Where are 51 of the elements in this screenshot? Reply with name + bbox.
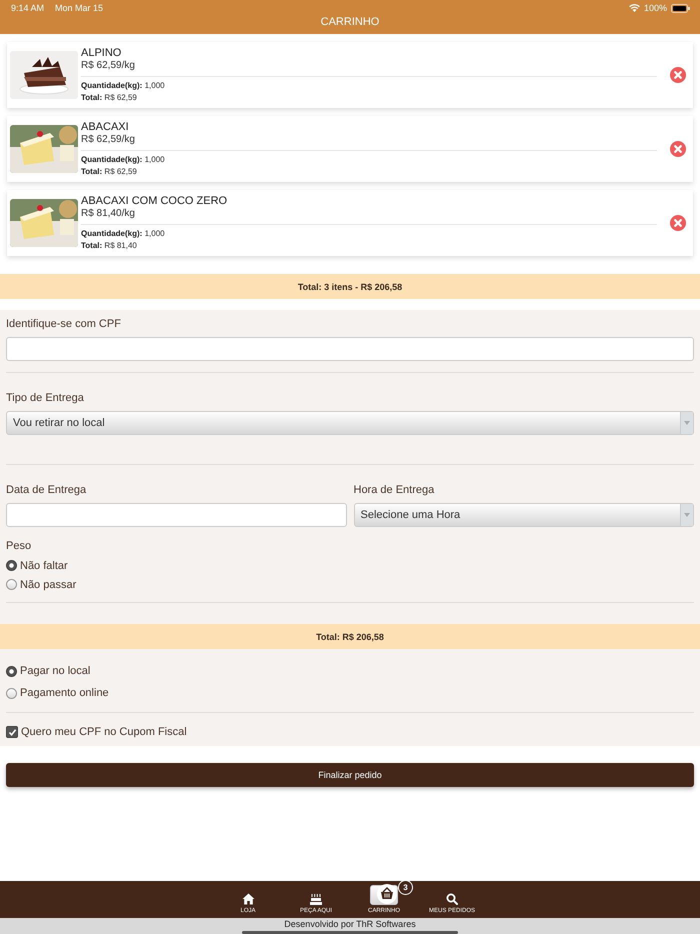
option-label: Não faltar [20, 560, 68, 572]
home-icon [242, 893, 254, 905]
product-name: ALPINO [81, 46, 122, 60]
radio-button[interactable] [6, 666, 17, 676]
search-icon [446, 893, 458, 905]
radio-button[interactable] [6, 688, 17, 698]
item-total-text: Total: R$ 62,59 [81, 92, 138, 104]
remove-icon[interactable] [670, 67, 686, 83]
radio-button[interactable] [6, 579, 17, 590]
item-total-text: Total: R$ 62,59 [81, 166, 138, 178]
remove-icon[interactable] [670, 215, 686, 231]
status-time: 9:14 AM [11, 3, 44, 13]
wifi-icon [628, 4, 640, 12]
order-total-bar: Total: R$ 206,58 [0, 624, 700, 649]
checkbox[interactable] [6, 726, 18, 738]
battery-icon [671, 4, 690, 12]
item-total-text: Total: R$ 81,40 [81, 240, 138, 252]
option-label: Pagamento online [20, 687, 109, 699]
radio-button[interactable] [6, 560, 17, 571]
date-input-field[interactable] [6, 503, 346, 527]
option-label: Pagar no local [20, 665, 90, 677]
field-label: Identifique-se com CPF [6, 318, 122, 331]
field-label: Tipo de Entrega [6, 392, 85, 405]
battery-percent: 100% [644, 3, 667, 13]
field-label: Hora de Entrega [354, 484, 436, 497]
product-price: R$ 81,40/kg [81, 208, 136, 220]
caret-icon [684, 421, 690, 425]
product-price: R$ 62,59/kg [81, 134, 136, 146]
time-dropdown[interactable]: Selecione uma Hora [354, 503, 694, 527]
delivery-type-dropdown[interactable]: Vou retirar no local [6, 411, 694, 435]
option-label: Não passar [20, 578, 76, 590]
quantity-text: Quantidade(kg): 1,000 [81, 154, 166, 166]
option-label: Quero meu CPF no Cupom Fiscal [21, 726, 187, 738]
field-label: Data de Entrega [6, 484, 88, 497]
cake-icon [310, 893, 322, 905]
product-price: R$ 62,59/kg [81, 60, 136, 72]
field-label: Peso [6, 540, 32, 553]
cpf-input-field[interactable] [6, 337, 694, 361]
cart-summary-bar: Total: 3 itens - R$ 206,58 [0, 274, 700, 299]
status-date: Mon Mar 15 [55, 3, 104, 13]
cart-count-badge: 3 [398, 880, 413, 895]
product-name: ABACAXI COM COCO ZERO [81, 194, 228, 208]
quantity-text: Quantidade(kg): 1,000 [81, 80, 166, 92]
product-name: ABACAXI [81, 120, 130, 134]
page-title: CARRINHO [320, 16, 380, 28]
caret-icon [684, 513, 690, 517]
quantity-text: Quantidade(kg): 1,000 [81, 228, 166, 240]
footer-credit: Desenvolvido por ThR Softwares [284, 919, 416, 930]
basket-icon [377, 884, 397, 904]
submit-button[interactable]: Finalizar pedido [6, 763, 694, 787]
remove-icon[interactable] [670, 141, 686, 157]
